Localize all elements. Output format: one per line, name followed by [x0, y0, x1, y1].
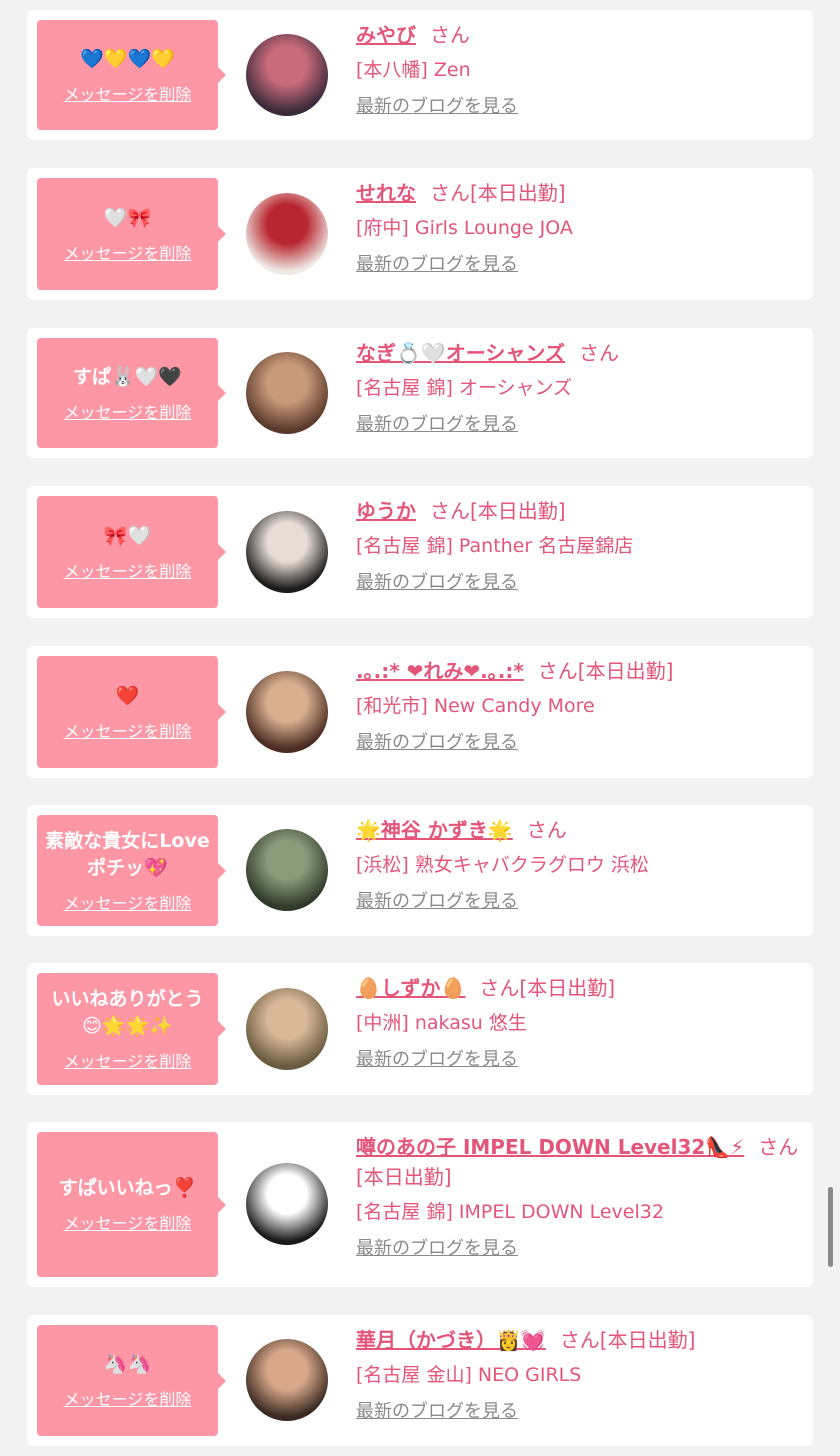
cast-name-link[interactable]: 🌟神谷 かずき🌟	[356, 818, 513, 842]
latest-blog-link[interactable]: 最新のブログを見る	[356, 731, 799, 755]
shop-name: [中洲] nakasu 悠生	[356, 1012, 527, 1034]
delete-message-link[interactable]: メッセージを削除	[64, 1048, 192, 1072]
message-text: いいねありがとう 😊🌟🌟✨	[51, 988, 204, 1037]
latest-blog-link[interactable]: 最新のブログを見る	[356, 1048, 799, 1072]
delete-message-link[interactable]: メッセージを削除	[64, 890, 192, 914]
message-bubble: 🎀🤍 メッセージを削除	[37, 496, 226, 608]
shop-name: [本八幡] Zen	[356, 59, 471, 81]
message-card: 🦄🦄 メッセージを削除 華月（かづき）👸💓 さん[本日出勤] [名古屋 金山] N…	[27, 1315, 813, 1446]
message-bubble: すぱ🐰🤍🖤 メッセージを削除	[37, 338, 226, 448]
message-bubble: いいねありがとう 😊🌟🌟✨ メッセージを削除	[37, 973, 226, 1085]
message-bubble: 🦄🦄 メッセージを削除	[37, 1325, 226, 1436]
message-card: 💙💛💙💛 メッセージを削除 みやび さん [本八幡] Zen 最新のブログを見る	[27, 10, 813, 140]
shop-name: [名古屋 錦] オーシャンズ	[356, 377, 573, 399]
message-text: 💙💛💙💛	[80, 47, 175, 70]
latest-blog-link[interactable]: 最新のブログを見る	[356, 253, 799, 277]
honorific-status: さん[本日出勤]	[537, 659, 674, 683]
delete-message-link[interactable]: メッセージを削除	[64, 240, 192, 264]
cast-name-link[interactable]: なぎ💍🤍オーシャンズ	[356, 341, 565, 365]
cast-name-link[interactable]: せれな	[356, 181, 416, 205]
message-text: ❤️	[115, 684, 140, 707]
shop-name: [府中] Girls Lounge JOA	[356, 217, 573, 239]
message-card: 素敵な貴女にLove ポチッ💖 メッセージを削除 🌟神谷 かずき🌟 さん [浜松]…	[27, 805, 813, 936]
honorific-status: さん	[526, 818, 567, 842]
delete-message-link[interactable]: メッセージを削除	[64, 399, 192, 423]
message-text: 🤍🎀	[103, 206, 152, 229]
avatar[interactable]	[246, 671, 328, 753]
avatar[interactable]	[246, 511, 328, 593]
avatar[interactable]	[246, 1339, 328, 1421]
message-card: すぱいいねっ❣️ メッセージを削除 噂のあの子 IMPEL DOWN Level…	[27, 1122, 813, 1287]
message-card: ❤️ メッセージを削除 .｡.:* ❤れみ❤.｡.:* さん[本日出勤] [和光市…	[27, 646, 813, 778]
message-text: 素敵な貴女にLove ポチッ💖	[45, 829, 210, 879]
avatar[interactable]	[246, 1163, 328, 1245]
avatar[interactable]	[246, 352, 328, 434]
message-bubble: 素敵な貴女にLove ポチッ💖 メッセージを削除	[37, 815, 226, 926]
honorific-status: さん	[430, 23, 470, 47]
delete-message-link[interactable]: メッセージを削除	[64, 1386, 192, 1410]
message-text: 🎀🤍	[103, 524, 152, 547]
honorific-status: さん	[579, 341, 620, 365]
avatar[interactable]	[246, 988, 328, 1070]
cast-name-link[interactable]: ゆうか	[356, 499, 416, 523]
message-bubble: 🤍🎀 メッセージを削除	[37, 178, 226, 290]
message-card: いいねありがとう 😊🌟🌟✨ メッセージを削除 🥚しずか🥚 さん[本日出勤] [中洲…	[27, 963, 813, 1095]
scrollbar[interactable]	[828, 1187, 833, 1267]
cast-name-link[interactable]: みやび	[356, 23, 416, 47]
shop-name: [名古屋 錦] Panther 名古屋錦店	[356, 535, 634, 557]
latest-blog-link[interactable]: 最新のブログを見る	[356, 413, 799, 437]
latest-blog-link[interactable]: 最新のブログを見る	[356, 1400, 799, 1424]
cast-name-link[interactable]: .｡.:* ❤れみ❤.｡.:*	[356, 659, 524, 683]
latest-blog-link[interactable]: 最新のブログを見る	[356, 1237, 799, 1261]
message-bubble: 💙💛💙💛 メッセージを削除	[37, 20, 226, 130]
honorific-status: さん[本日出勤]	[430, 499, 566, 523]
avatar[interactable]	[246, 829, 328, 911]
avatar[interactable]	[246, 193, 328, 275]
cast-name-link[interactable]: 🥚しずか🥚	[356, 976, 465, 1000]
message-text: 🦄🦄	[103, 1353, 152, 1375]
message-card: 🎀🤍 メッセージを削除 ゆうか さん[本日出勤] [名古屋 錦] Panther …	[27, 486, 813, 618]
message-text: すぱいいねっ❣️	[58, 1177, 197, 1199]
latest-blog-link[interactable]: 最新のブログを見る	[356, 890, 799, 914]
message-card: すぱ🐰🤍🖤 メッセージを削除 なぎ💍🤍オーシャンズ さん [名古屋 錦] オーシャ…	[27, 328, 813, 458]
shop-name: [名古屋 金山] NEO GIRLS	[356, 1364, 582, 1386]
latest-blog-link[interactable]: 最新のブログを見る	[356, 571, 799, 595]
latest-blog-link[interactable]: 最新のブログを見る	[356, 95, 799, 119]
avatar[interactable]	[246, 34, 328, 116]
delete-message-link[interactable]: メッセージを削除	[64, 81, 192, 105]
shop-name: [名古屋 錦] IMPEL DOWN Level32	[356, 1201, 664, 1223]
delete-message-link[interactable]: メッセージを削除	[64, 718, 192, 742]
message-card: 🤍🎀 メッセージを削除 せれな さん[本日出勤] [府中] Girls Loung…	[27, 168, 813, 300]
message-bubble: ❤️ メッセージを削除	[37, 656, 226, 768]
cast-name-link[interactable]: 噂のあの子 IMPEL DOWN Level32👠⚡	[356, 1135, 744, 1159]
cast-name-link[interactable]: 華月（かづき）👸💓	[356, 1328, 546, 1352]
honorific-status: さん[本日出勤]	[559, 1328, 696, 1352]
delete-message-link[interactable]: メッセージを削除	[64, 1210, 192, 1234]
message-bubble: すぱいいねっ❣️ メッセージを削除	[37, 1132, 226, 1277]
honorific-status: さん[本日出勤]	[479, 976, 616, 1000]
delete-message-link[interactable]: メッセージを削除	[64, 558, 192, 582]
honorific-status: さん[本日出勤]	[430, 181, 566, 205]
shop-name: [浜松] 熟女キャバクラグロウ 浜松	[356, 854, 649, 876]
message-text: すぱ🐰🤍🖤	[73, 365, 182, 388]
shop-name: [和光市] New Candy More	[356, 695, 595, 717]
